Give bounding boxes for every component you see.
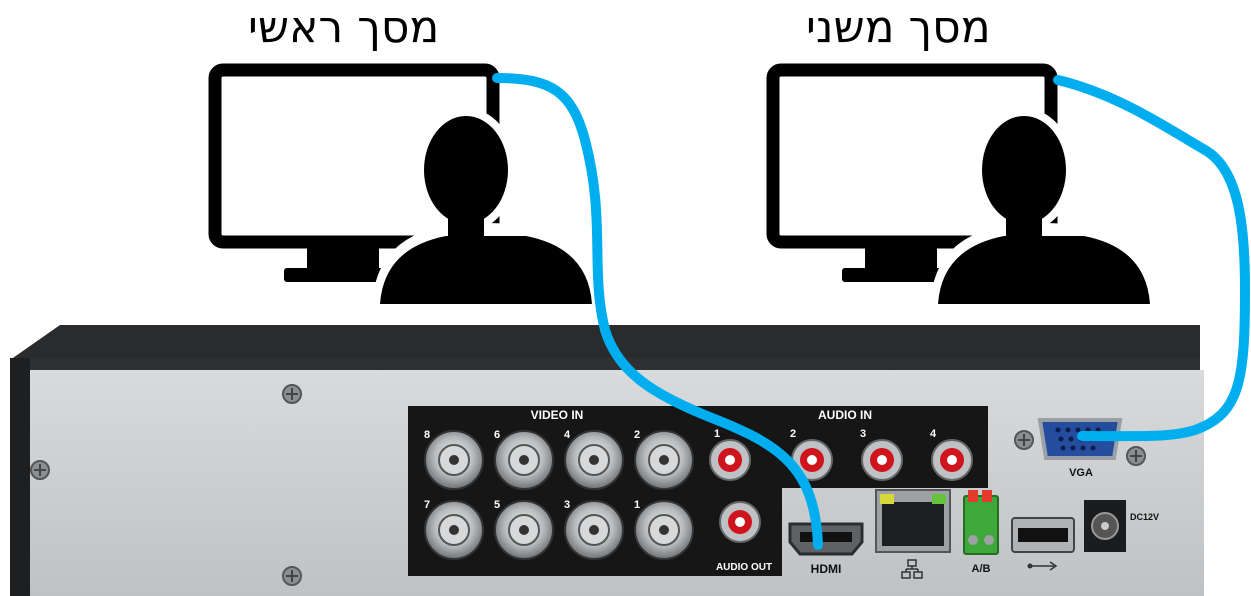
audio-port-number: 2 bbox=[790, 428, 796, 440]
bnc-connector[interactable] bbox=[494, 500, 554, 560]
ab-label: A/B bbox=[972, 563, 991, 575]
dvr-device: VIDEO IN AUDIO IN AUDIO OUT 8 6 4 2 7 5 … bbox=[10, 325, 1204, 596]
audio-in-label: AUDIO IN bbox=[818, 408, 872, 422]
screw-icon bbox=[1014, 430, 1034, 450]
vga-label: VGA bbox=[1069, 467, 1093, 479]
video-port-number: 4 bbox=[564, 429, 571, 441]
video-in-label: VIDEO IN bbox=[531, 408, 584, 422]
bnc-connector[interactable] bbox=[564, 430, 624, 490]
screw-icon bbox=[282, 566, 302, 586]
video-port-number: 8 bbox=[424, 429, 430, 441]
screw-icon bbox=[282, 384, 302, 404]
rca-audio-in-connector[interactable] bbox=[931, 439, 973, 481]
connection-diagram: VIDEO IN AUDIO IN AUDIO OUT 8 6 4 2 7 5 … bbox=[10, 63, 1251, 596]
rca-audio-in-connector[interactable] bbox=[861, 439, 903, 481]
video-port-number: 5 bbox=[494, 499, 500, 511]
bnc-connector[interactable] bbox=[424, 500, 484, 560]
rca-audio-in-connector[interactable] bbox=[709, 439, 751, 481]
hdmi-port[interactable] bbox=[788, 522, 864, 556]
video-port-number: 2 bbox=[634, 429, 640, 441]
audio-port-number: 3 bbox=[860, 428, 866, 440]
bnc-connector[interactable] bbox=[634, 500, 694, 560]
hdmi-label: HDMI bbox=[811, 562, 842, 576]
audio-port-number: 1 bbox=[714, 428, 720, 440]
bnc-connector[interactable] bbox=[424, 430, 484, 490]
audio-out-label: AUDIO OUT bbox=[716, 562, 772, 573]
usb-port[interactable] bbox=[1011, 517, 1075, 553]
ethernet-port[interactable] bbox=[875, 489, 951, 553]
bnc-connector[interactable] bbox=[634, 430, 694, 490]
video-port-number: 6 bbox=[494, 429, 500, 441]
audio-port-number: 4 bbox=[930, 428, 937, 440]
ab-terminal[interactable] bbox=[963, 490, 999, 555]
screw-icon bbox=[30, 460, 50, 480]
rca-audio-out-connector[interactable] bbox=[719, 501, 761, 543]
bnc-connector[interactable] bbox=[564, 500, 624, 560]
video-port-number: 7 bbox=[424, 499, 430, 511]
video-port-number: 3 bbox=[564, 499, 570, 511]
bnc-connector[interactable] bbox=[494, 430, 554, 490]
screw-icon bbox=[1126, 446, 1146, 466]
video-port-number: 1 bbox=[634, 499, 640, 511]
dc-label: DC12V bbox=[1130, 512, 1159, 522]
dc-power-jack[interactable] bbox=[1084, 500, 1126, 552]
